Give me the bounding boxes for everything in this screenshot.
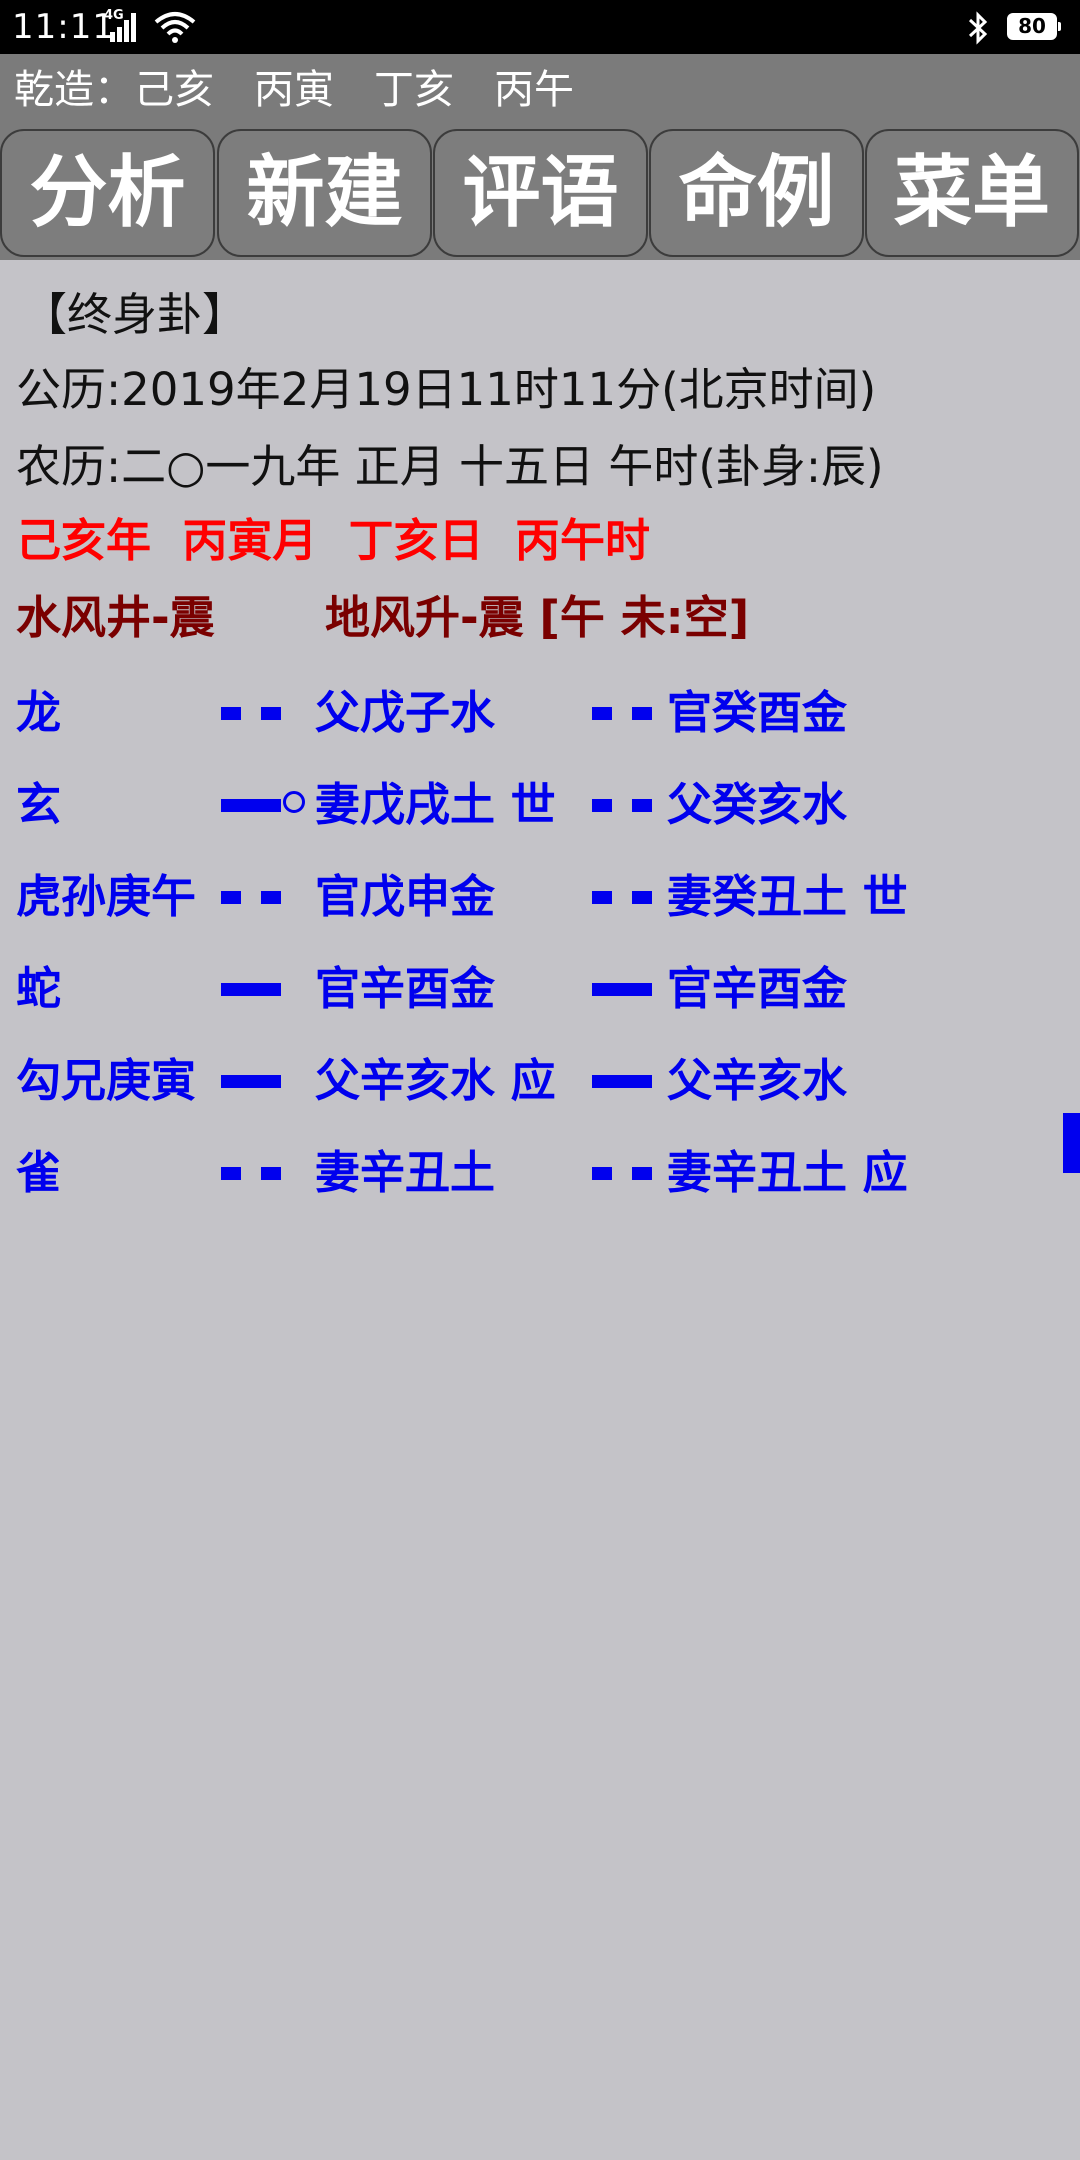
main-hexagram: 水风井-震	[16, 591, 215, 644]
yang-line-icon	[221, 799, 281, 812]
six-spirit: 玄	[16, 778, 62, 831]
yang-line-icon	[592, 1075, 652, 1088]
bluetooth-icon	[968, 11, 988, 45]
new-button[interactable]: 新建	[217, 129, 432, 257]
scrollbar-thumb[interactable]	[1063, 1113, 1080, 1173]
six-spirit: 龙	[16, 686, 62, 739]
yao-row: 蛇 官辛酉金 官辛酉金	[0, 954, 1080, 1024]
changed-line-text: 父辛亥水	[667, 1054, 848, 1107]
main-line-text: 官辛酉金	[315, 962, 496, 1015]
comment-button[interactable]: 评语	[433, 129, 648, 257]
yin-line-icon	[221, 891, 281, 904]
yang-line-icon	[592, 983, 652, 996]
section-heading: 【终身卦】	[22, 288, 248, 341]
six-spirit: 雀	[16, 1146, 62, 1199]
yin-line-icon	[592, 891, 652, 904]
solar-date: 公历:2019年2月19日11时11分(北京时间)	[16, 363, 877, 416]
main-line-text: 妻辛丑土	[315, 1146, 496, 1199]
main-line-text: 妻戊戌土 世	[315, 778, 556, 831]
yin-line-icon	[592, 707, 652, 720]
six-spirit: 勾兄庚寅	[16, 1054, 197, 1107]
main-line-text: 官戊申金	[315, 870, 496, 923]
yang-line-icon	[221, 983, 281, 996]
signal-icon	[110, 13, 136, 42]
status-bar: 11:11 4G 80	[0, 0, 1080, 54]
changed-line-text: 官辛酉金	[667, 962, 848, 1015]
changed-line-text: 父癸亥水	[667, 778, 848, 831]
toolbar: 分析 新建 评语 命例 菜单	[0, 126, 1080, 260]
yao-row: 勾兄庚寅 父辛亥水 应 父辛亥水	[0, 1046, 1080, 1116]
yin-line-icon	[592, 1167, 652, 1180]
changed-line-text: 官癸酉金	[667, 686, 848, 739]
moving-line-icon	[283, 791, 305, 813]
cases-button[interactable]: 命例	[649, 129, 864, 257]
lunar-date: 农历:二○一九年 正月 十五日 午时(卦身:辰)	[16, 440, 884, 493]
hexagram-content: 【终身卦】 公历:2019年2月19日11时11分(北京时间) 农历:二○一九年…	[0, 260, 1080, 2160]
yang-line-icon	[221, 1075, 281, 1088]
yao-row: 龙 父戊子水 官癸酉金	[0, 678, 1080, 748]
changed-line-text: 妻癸丑土 世	[667, 870, 908, 923]
title-bar: 乾造：己亥 丙寅 丁亥 丙午	[0, 54, 1080, 126]
status-time: 11:11	[12, 7, 115, 47]
changed-hexagram: 地风升-震 [午 未:空]	[325, 591, 750, 644]
main-line-text: 父戊子水	[315, 686, 496, 739]
ganzhi-line: 己亥年 丙寅月 丁亥日 丙午时	[16, 514, 650, 567]
menu-button[interactable]: 菜单	[865, 129, 1079, 257]
six-spirit: 蛇	[16, 962, 62, 1015]
yao-row: 雀 妻辛丑土 妻辛丑土 应	[0, 1138, 1080, 1208]
battery-icon: 80	[1007, 13, 1061, 40]
yin-line-icon	[592, 799, 652, 812]
yao-row: 虎孙庚午 官戊申金 妻癸丑土 世	[0, 862, 1080, 932]
main-line-text: 父辛亥水 应	[315, 1054, 556, 1107]
analyze-button[interactable]: 分析	[0, 129, 215, 257]
changed-line-text: 妻辛丑土 应	[667, 1146, 908, 1199]
yin-line-icon	[221, 1167, 281, 1180]
wifi-icon	[154, 12, 196, 43]
bazi-title: 乾造：己亥 丙寅 丁亥 丙午	[14, 67, 574, 113]
yao-row: 玄 妻戊戌土 世 父癸亥水	[0, 770, 1080, 840]
six-spirit: 虎孙庚午	[16, 870, 197, 923]
yin-line-icon	[221, 707, 281, 720]
